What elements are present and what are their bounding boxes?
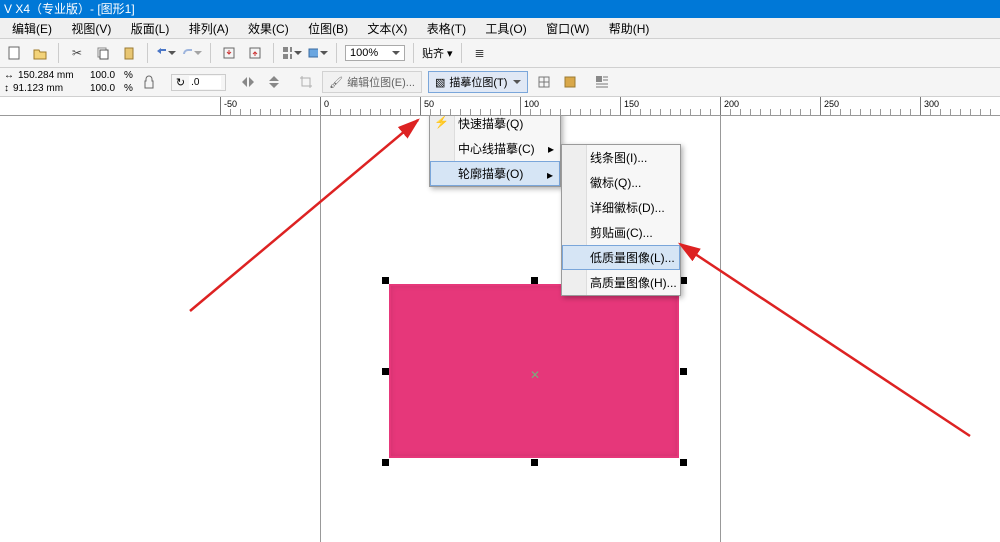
selection-handle-nw[interactable] — [382, 277, 389, 284]
annotation-arrow-right — [640, 116, 1000, 456]
bitmap-color-mask-icon[interactable] — [560, 72, 580, 92]
selection-handle-se[interactable] — [680, 459, 687, 466]
cut-icon[interactable]: ✂ — [67, 43, 87, 63]
menu-window[interactable]: 窗口(W) — [538, 18, 597, 39]
menu-help[interactable]: 帮助(H) — [601, 18, 658, 39]
canvas[interactable]: ✕ ⚡快速描摹(Q) 中心线描摹(C)▸ 轮廓描摹(O)▸ 线条图(I)... … — [0, 116, 1000, 542]
menu-bitmaps[interactable]: 位图(B) — [300, 18, 356, 39]
selection-handle-n[interactable] — [531, 277, 538, 284]
selection-handle-s[interactable] — [531, 459, 538, 466]
standard-toolbar: ✂ 100% 贴齐 ▾ ≣ — [0, 39, 1000, 68]
menu-text[interactable]: 文本(X) — [359, 18, 415, 39]
height-icon: ↕ — [4, 83, 9, 95]
app-launcher-icon[interactable] — [282, 43, 302, 63]
submenu-clipart[interactable]: 剪贴画(C)... — [562, 220, 680, 245]
page-boundary — [320, 116, 321, 542]
mirror-v-icon[interactable] — [264, 72, 284, 92]
options-icon[interactable]: ≣ — [470, 43, 490, 63]
rotate-icon: ↻ — [176, 76, 185, 89]
width-field[interactable] — [16, 69, 82, 82]
title-bar: V X4（专业版）- [图形1] — [0, 0, 1000, 18]
selection-handle-ne[interactable] — [680, 277, 687, 284]
crop-icon[interactable] — [296, 72, 316, 92]
object-size: ↔ ↕ — [4, 69, 82, 95]
submenu-high-quality-image[interactable]: 高质量图像(H)... — [562, 270, 680, 295]
menu-view[interactable]: 视图(V) — [63, 18, 119, 39]
horizontal-ruler: -50050100150200250300350 — [0, 97, 1000, 116]
page-boundary — [720, 116, 721, 542]
menu-quick-trace[interactable]: ⚡快速描摹(Q) — [430, 116, 560, 136]
selection-handle-w[interactable] — [382, 368, 389, 375]
redo-icon[interactable] — [182, 43, 202, 63]
open-icon[interactable] — [30, 43, 50, 63]
edit-bitmap-button[interactable]: 🖌编辑位图(E)... — [322, 71, 422, 93]
copy-icon[interactable] — [93, 43, 113, 63]
export-icon[interactable] — [245, 43, 265, 63]
scale-percent: % % — [88, 69, 133, 95]
annotation-arrow-left — [0, 116, 440, 316]
menu-effects[interactable]: 效果(C) — [240, 18, 297, 39]
submenu-arrow-icon: ▸ — [547, 168, 553, 182]
outline-trace-submenu[interactable]: 线条图(I)... 徽标(Q)... 详细徽标(D)... 剪贴画(C)... … — [561, 144, 681, 296]
submenu-logo[interactable]: 徽标(Q)... — [562, 170, 680, 195]
welcome-icon[interactable] — [308, 43, 328, 63]
submenu-low-quality-image[interactable]: 低质量图像(L)... — [562, 245, 680, 270]
menu-bar[interactable]: 编辑(E) 视图(V) 版面(L) 排列(A) 效果(C) 位图(B) 文本(X… — [0, 18, 1000, 39]
height-field[interactable] — [11, 82, 77, 95]
scale-x-field[interactable] — [88, 69, 122, 82]
new-doc-icon[interactable] — [4, 43, 24, 63]
submenu-lineart[interactable]: 线条图(I)... — [562, 145, 680, 170]
menu-centerline-trace[interactable]: 中心线描摹(C)▸ — [430, 136, 560, 161]
resample-icon[interactable] — [534, 72, 554, 92]
rotation-field-wrap: ↻ — [171, 74, 226, 91]
width-icon: ↔ — [4, 70, 14, 82]
property-bar: ↔ ↕ % % ↻ 🖌编辑位图(E)... ▧描摹位图(T) — [0, 68, 1000, 97]
selection-handle-e[interactable] — [680, 368, 687, 375]
mirror-h-icon[interactable] — [238, 72, 258, 92]
snap-button[interactable]: 贴齐 ▾ — [422, 45, 453, 61]
selection-handle-sw[interactable] — [382, 459, 389, 466]
wrap-text-icon[interactable] — [592, 72, 612, 92]
menu-table[interactable]: 表格(T) — [419, 18, 474, 39]
import-icon[interactable] — [219, 43, 239, 63]
zoom-combo[interactable]: 100% — [345, 45, 405, 61]
menu-layout[interactable]: 版面(L) — [123, 18, 178, 39]
menu-tools[interactable]: 工具(O) — [477, 18, 534, 39]
title-text: V X4（专业版）- [图形1] — [4, 2, 135, 16]
lock-ratio-icon[interactable] — [139, 72, 159, 92]
quick-trace-icon: ⚡ — [434, 116, 450, 131]
undo-icon[interactable] — [156, 43, 176, 63]
submenu-arrow-icon: ▸ — [548, 142, 554, 156]
trace-bitmap-menu[interactable]: ⚡快速描摹(Q) 中心线描摹(C)▸ 轮廓描摹(O)▸ — [429, 116, 561, 187]
menu-arrange[interactable]: 排列(A) — [181, 18, 237, 39]
paste-icon[interactable] — [119, 43, 139, 63]
selection-center-icon: ✕ — [530, 368, 538, 376]
trace-bitmap-button[interactable]: ▧描摹位图(T) — [428, 71, 528, 93]
menu-edit[interactable]: 编辑(E) — [4, 18, 60, 39]
submenu-detailed-logo[interactable]: 详细徽标(D)... — [562, 195, 680, 220]
menu-outline-trace[interactable]: 轮廓描摹(O)▸ — [430, 161, 560, 186]
rotation-field[interactable] — [189, 76, 221, 89]
paint-icon: 🖌 — [329, 76, 343, 89]
trace-icon: ▧ — [435, 76, 445, 89]
scale-y-field[interactable] — [88, 82, 122, 95]
